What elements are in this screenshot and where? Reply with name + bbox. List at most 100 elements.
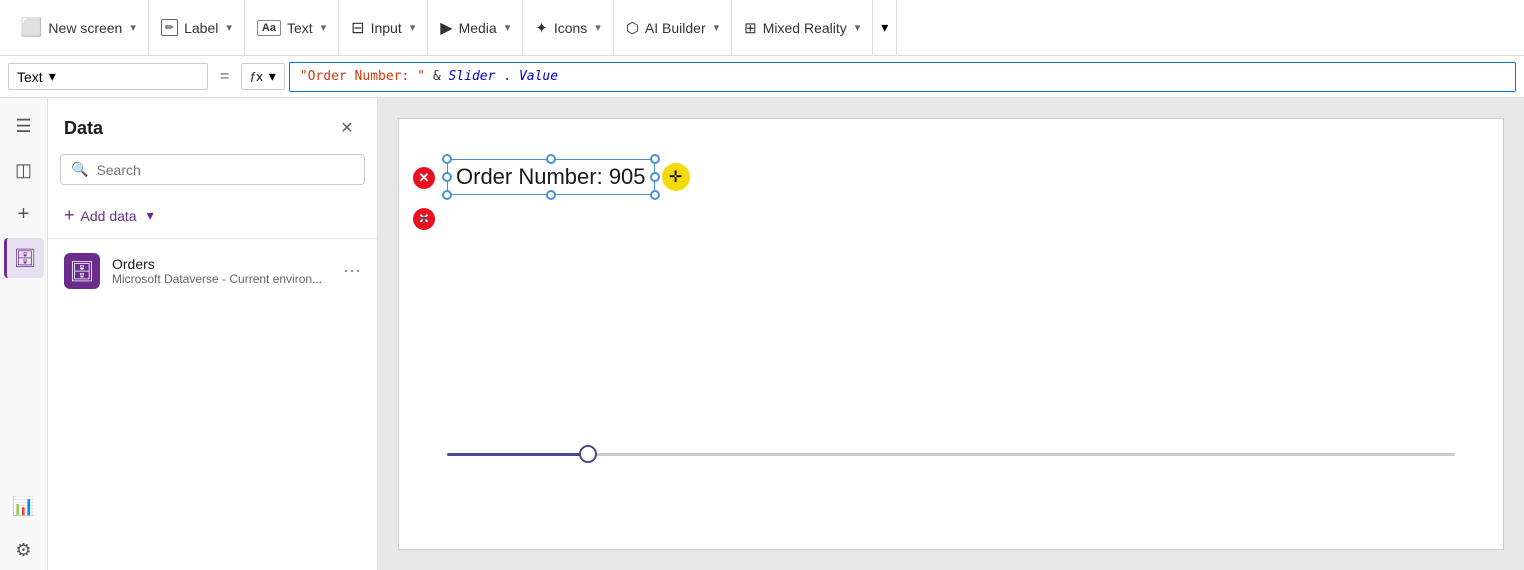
input-button[interactable]: ⊟ Input ▾	[339, 0, 428, 55]
input-chevron: ▾	[410, 21, 416, 34]
more-toolbar-button[interactable]: ▾	[873, 0, 897, 55]
text-element[interactable]: Order Number: 905 ✛	[447, 159, 655, 195]
text-icon: Aa	[257, 20, 281, 36]
sidebar-settings-button[interactable]: ⚙	[4, 530, 44, 570]
data-panel-close-button[interactable]: ✕	[333, 114, 361, 142]
slider-thumb[interactable]	[579, 445, 597, 463]
slider-fill	[447, 453, 588, 456]
second-element-dropdown[interactable]: ▾	[413, 208, 435, 230]
move-cross-icon: ✛	[669, 167, 682, 187]
handle-top-center[interactable]	[546, 154, 556, 164]
text-chevron: ▾	[321, 21, 327, 34]
ai-builder-button[interactable]: ⬡ AI Builder ▾	[614, 0, 732, 55]
handle-mid-right[interactable]	[650, 172, 660, 182]
orders-info: Orders Microsoft Dataverse - Current env…	[112, 256, 331, 286]
mixed-reality-chevron: ▾	[855, 21, 861, 34]
move-handle[interactable]: ✛	[662, 163, 690, 191]
sidebar-chart-button[interactable]: 📊	[4, 486, 44, 526]
search-box[interactable]: 🔍	[60, 154, 365, 185]
menu-icon: ☰	[15, 116, 31, 137]
fx-x: x	[256, 69, 263, 84]
second-chevron-down-icon: ▾	[421, 212, 427, 226]
toolbar: ⬜ New screen ▾ ✏ Label ▾ Aa Text ▾ ⊟ Inp…	[0, 0, 1524, 56]
mixed-reality-label: Mixed Reality	[763, 20, 847, 36]
label-chevron: ▾	[226, 21, 232, 34]
input-label: Input	[371, 20, 402, 36]
media-button[interactable]: ▶ Media ▾	[428, 0, 523, 55]
text-button[interactable]: Aa Text ▾	[245, 0, 339, 55]
add-data-label: Add data	[81, 208, 137, 224]
label-button[interactable]: ✏ Label ▾	[149, 0, 245, 55]
orders-db-icon: 🗄	[69, 259, 94, 284]
search-input[interactable]	[96, 162, 354, 178]
close-icon: ✕	[340, 118, 353, 138]
label-icon: ✏	[161, 19, 178, 36]
error-x-icon: ✕	[419, 170, 430, 186]
add-icon: +	[18, 203, 30, 226]
text-label: Text	[287, 20, 313, 36]
search-icon: 🔍	[71, 161, 88, 178]
orders-icon: 🗄	[64, 253, 100, 289]
media-chevron: ▾	[505, 21, 511, 34]
new-screen-button[interactable]: ⬜ New screen ▾	[8, 0, 149, 55]
canvas-area: ✕ Order Number: 905 ✛	[378, 98, 1524, 570]
ai-builder-icon: ⬡	[626, 19, 639, 37]
add-data-button[interactable]: + Add data ▾	[48, 197, 377, 234]
text-error-badge[interactable]: ✕	[413, 167, 435, 189]
add-data-chevron-icon: ▾	[147, 207, 154, 224]
icons-label: Icons	[554, 20, 587, 36]
orders-description: Microsoft Dataverse - Current environ...	[112, 272, 331, 286]
sidebar-menu-button[interactable]: ☰	[4, 106, 44, 146]
handle-top-right[interactable]	[650, 154, 660, 164]
label-label: Label	[184, 20, 218, 36]
mixed-reality-icon: ⊞	[744, 19, 757, 37]
add-data-plus-icon: +	[64, 205, 75, 226]
new-screen-label: New screen	[48, 20, 122, 36]
handle-bottom-left[interactable]	[442, 190, 452, 200]
ai-builder-chevron: ▾	[714, 21, 720, 34]
fx-italic: f	[250, 69, 254, 85]
formula-bar: Text ▾ = fx ▾ "Order Number: " & Slider …	[0, 56, 1524, 98]
handle-mid-left[interactable]	[442, 172, 452, 182]
data-panel: Data ✕ 🔍 + Add data ▾ 🗄 Orders Microsoft…	[48, 98, 378, 570]
ai-builder-label: AI Builder	[645, 20, 706, 36]
settings-icon: ⚙	[15, 540, 31, 561]
panel-divider	[48, 238, 377, 239]
property-chevron-icon: ▾	[49, 68, 56, 85]
icons-chevron: ▾	[595, 21, 601, 34]
icons-icon: ✦	[535, 19, 548, 37]
fx-button[interactable]: fx ▾	[241, 63, 284, 90]
main-layout: ☰ ◫ + 🗄 📊 ⚙ Data ✕ 🔍 +	[0, 98, 1524, 570]
layers-icon: ◫	[15, 160, 32, 181]
data-panel-title: Data	[64, 118, 103, 139]
sidebar-layers-button[interactable]: ◫	[4, 150, 44, 190]
canvas-slider[interactable]	[447, 439, 1455, 469]
more-chevron-icon: ▾	[881, 19, 888, 36]
canvas-surface[interactable]: ✕ Order Number: 905 ✛	[398, 118, 1504, 550]
handle-top-left[interactable]	[442, 154, 452, 164]
orders-menu-button[interactable]: ⋯	[343, 261, 361, 282]
formula-text: "Order Number: " & Slider . Value	[300, 69, 558, 84]
orders-data-source[interactable]: 🗄 Orders Microsoft Dataverse - Current e…	[48, 243, 377, 299]
chart-icon: 📊	[12, 496, 34, 517]
data-panel-header: Data ✕	[48, 98, 377, 154]
handle-bottom-center[interactable]	[546, 190, 556, 200]
input-icon: ⊟	[351, 18, 364, 38]
text-element-content: Order Number: 905	[456, 164, 646, 189]
property-dropdown[interactable]: Text ▾	[8, 63, 208, 90]
sidebar-add-button[interactable]: +	[4, 194, 44, 234]
slider-track	[447, 453, 1455, 456]
icons-button[interactable]: ✦ Icons ▾	[523, 0, 614, 55]
equals-sign: =	[212, 68, 237, 86]
new-screen-chevron: ▾	[130, 21, 136, 34]
orders-name: Orders	[112, 256, 331, 272]
mixed-reality-button[interactable]: ⊞ Mixed Reality ▾	[732, 0, 873, 55]
property-label: Text	[17, 69, 43, 85]
handle-bottom-right[interactable]	[650, 190, 660, 200]
database-icon: 🗄	[14, 248, 37, 269]
media-icon: ▶	[440, 18, 452, 38]
formula-input[interactable]: "Order Number: " & Slider . Value	[289, 62, 1516, 92]
fx-chevron-icon: ▾	[269, 68, 276, 85]
sidebar-data-button[interactable]: 🗄	[4, 238, 44, 278]
sidebar-icons: ☰ ◫ + 🗄 📊 ⚙	[0, 98, 48, 570]
